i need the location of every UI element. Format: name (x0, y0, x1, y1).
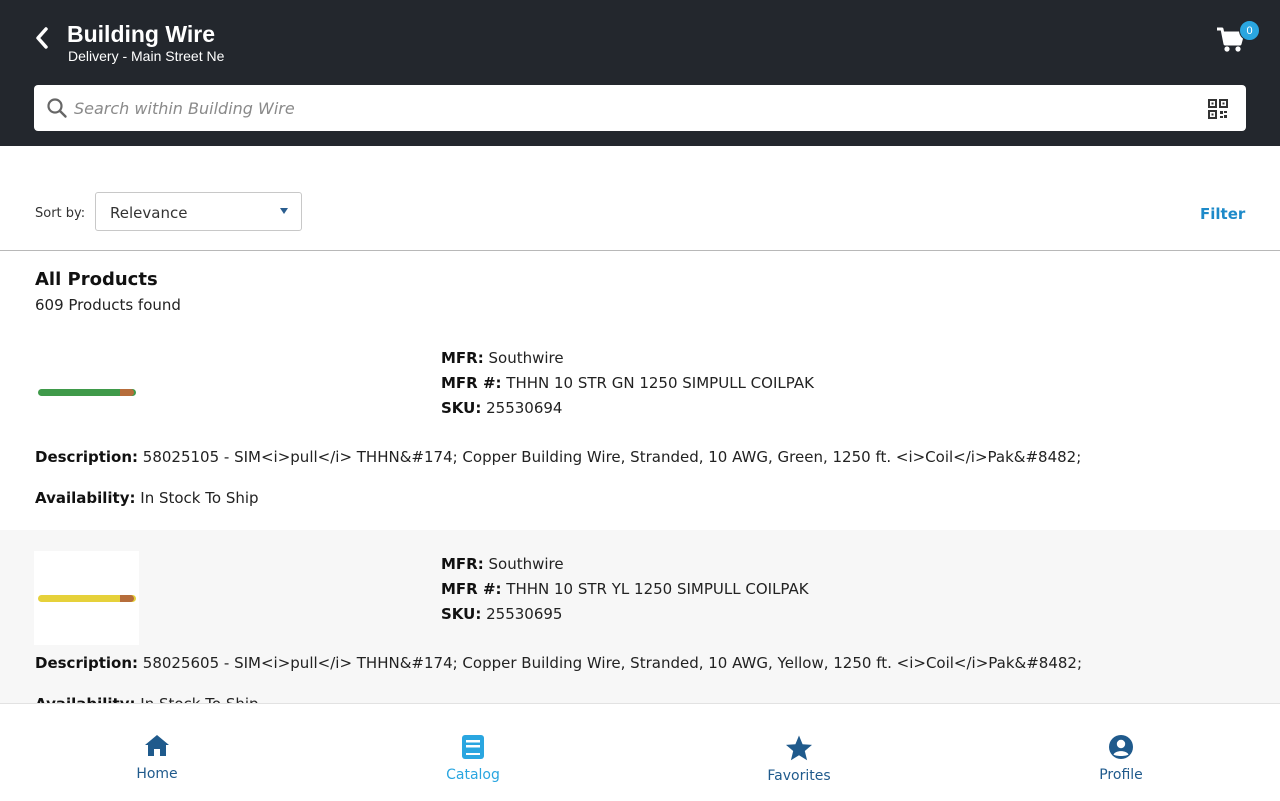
star-icon (786, 735, 812, 761)
catalog-icon (462, 735, 484, 759)
product-sku: SKU: 25530695 (441, 605, 563, 623)
product-sku: SKU: 25530694 (441, 399, 563, 417)
nav-home-label: Home (136, 766, 178, 782)
product-image (34, 551, 139, 645)
nav-favorites[interactable]: Favorites (719, 704, 879, 801)
product-description: Description: 58025105 - SIM<i>pull</i> T… (35, 448, 1082, 466)
chevron-left-icon (36, 27, 48, 49)
product-card[interactable]: MFR: Southwire MFR #: THHN 10 STR YL 125… (0, 530, 1280, 703)
wire-copper-tip (120, 595, 134, 602)
nav-profile[interactable]: Profile (1041, 704, 1201, 801)
bottom-navigation: Home Catalog Favorites Profile (0, 703, 1280, 800)
search-input[interactable] (74, 85, 1194, 131)
product-availability: Availability: In Stock To Ship (35, 695, 259, 703)
app-header: Building Wire Delivery - Main Street Ne … (0, 0, 1280, 146)
cart-count-badge: 0 (1239, 20, 1260, 41)
product-availability: Availability: In Stock To Ship (35, 489, 259, 507)
product-mfr: MFR: Southwire (441, 349, 564, 367)
nav-home[interactable]: Home (77, 704, 237, 801)
page-title: Building Wire (67, 21, 216, 47)
qr-scan-icon[interactable] (1206, 97, 1230, 121)
delivery-location: Delivery - Main Street Ne (68, 48, 225, 64)
wire-copper-tip (120, 389, 134, 396)
sort-selected-value: Relevance (110, 204, 188, 222)
nav-catalog-label: Catalog (446, 767, 500, 783)
back-button[interactable] (28, 24, 56, 52)
nav-profile-label: Profile (1099, 767, 1143, 783)
caret-down-icon (280, 208, 288, 214)
home-icon (145, 735, 169, 756)
sort-dropdown[interactable]: Relevance (95, 192, 302, 231)
product-image (34, 345, 139, 439)
filter-button[interactable]: Filter (1200, 205, 1245, 223)
divider (0, 250, 1280, 251)
product-mfr: MFR: Southwire (441, 555, 564, 573)
product-mfr-number: MFR #: THHN 10 STR YL 1250 SIMPULL COILP… (441, 580, 809, 598)
product-description: Description: 58025605 - SIM<i>pull</i> T… (35, 654, 1083, 672)
nav-favorites-label: Favorites (767, 768, 831, 784)
search-bar (34, 85, 1246, 131)
results-title: All Products (35, 269, 158, 290)
nav-catalog[interactable]: Catalog (393, 704, 553, 801)
search-icon (47, 98, 67, 118)
profile-icon (1109, 735, 1133, 759)
results-count: 609 Products found (35, 296, 181, 314)
product-card[interactable]: MFR: Southwire MFR #: THHN 10 STR GN 125… (0, 330, 1280, 530)
product-mfr-number: MFR #: THHN 10 STR GN 1250 SIMPULL COILP… (441, 374, 814, 392)
sort-label: Sort by: (35, 206, 86, 221)
